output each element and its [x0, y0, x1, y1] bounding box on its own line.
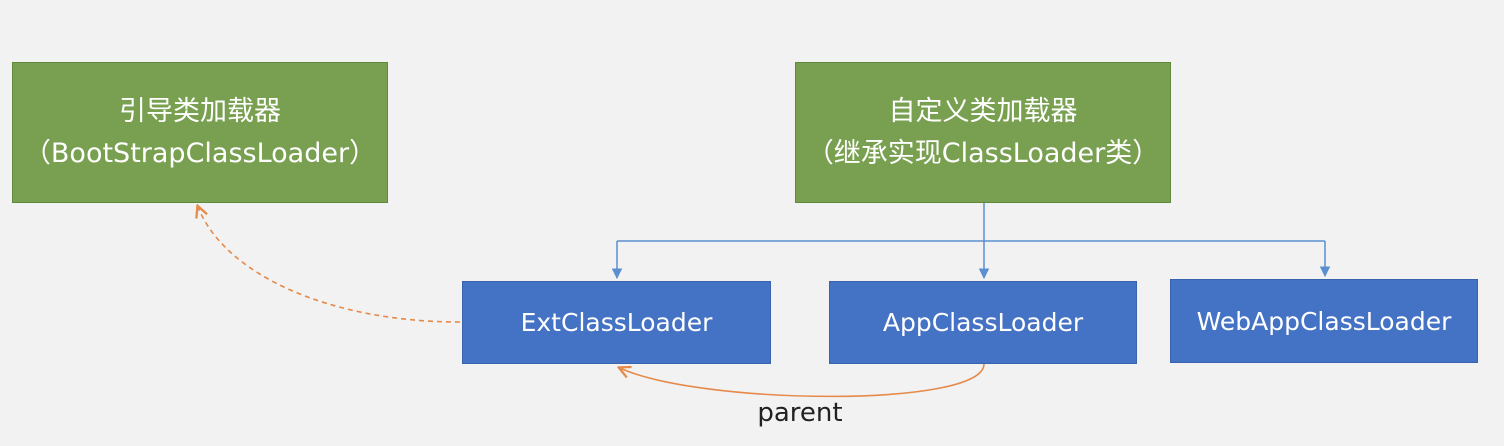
custom-subtitle: （继承实现ClassLoader类） — [806, 137, 1160, 169]
app-classloader-box: AppClassLoader — [829, 281, 1137, 364]
ext-classloader-label: ExtClassLoader — [520, 308, 713, 337]
webapp-classloader-label: WebAppClassLoader — [1196, 306, 1452, 336]
custom-title: 自定义类加载器 — [888, 95, 1078, 127]
webapp-classloader-box: WebAppClassLoader — [1170, 279, 1478, 363]
app-classloader-label: AppClassLoader — [882, 308, 1084, 337]
bootstrap-subtitle: （BootStrapClassLoader） — [23, 137, 377, 169]
bootstrap-classloader-box: 引导类加载器 （BootStrapClassLoader） — [12, 62, 388, 203]
ext-classloader-box: ExtClassLoader — [462, 281, 771, 364]
dashed-parent-arrow — [198, 207, 461, 323]
bootstrap-title: 引导类加载器 — [119, 95, 281, 127]
custom-classloader-box: 自定义类加载器 （继承实现ClassLoader类） — [795, 62, 1171, 203]
parent-arrow — [620, 363, 985, 398]
parent-label: parent — [757, 398, 843, 428]
